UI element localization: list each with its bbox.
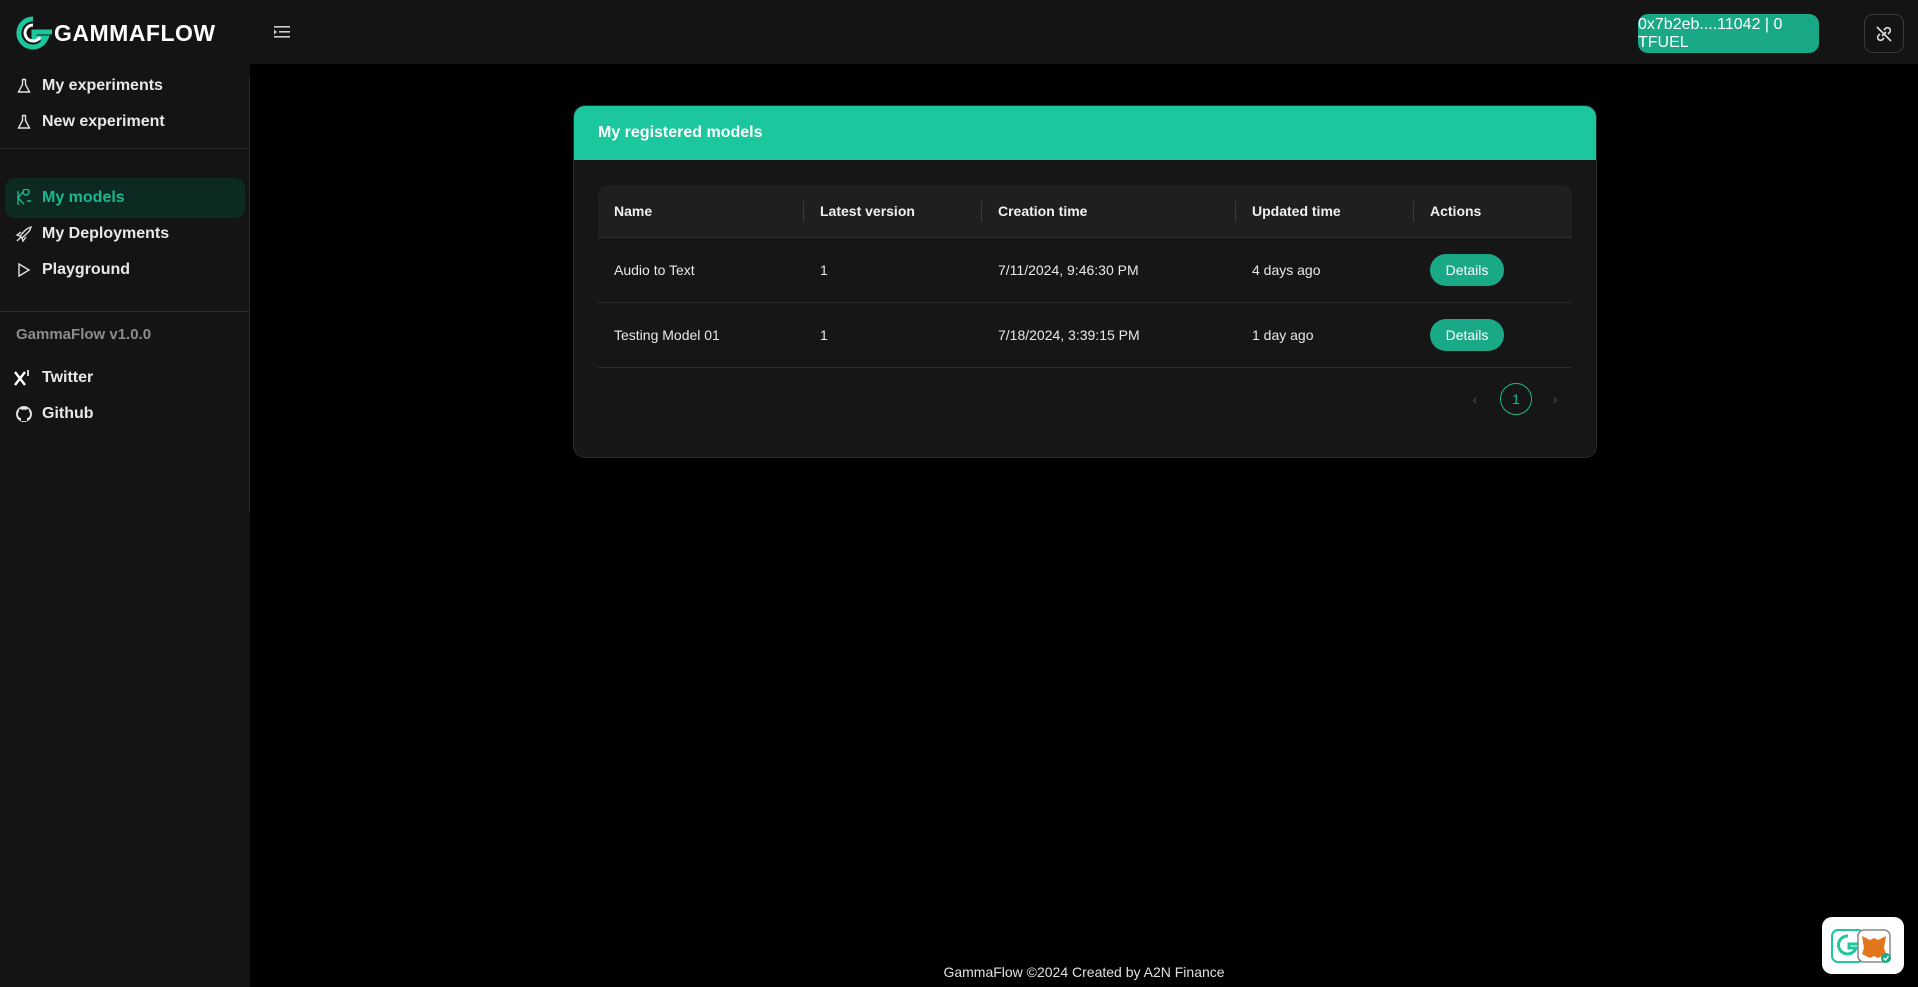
sidebar-link-twitter[interactable]: Twitter: [5, 358, 245, 398]
rocket-icon: [14, 224, 34, 244]
details-button[interactable]: Details: [1430, 254, 1504, 286]
wallet-widget[interactable]: [1822, 917, 1904, 974]
sidebar-item-label: My experiments: [42, 77, 163, 94]
github-icon: [14, 404, 34, 424]
top-bar: GAMMAFLOW 0x7b2eb....11042 | 0 TFUEL: [0, 0, 1918, 64]
model-name: Audio to Text: [614, 262, 695, 278]
table-row: Audio to Text 1 7/11/2024, 9:46:30 PM 4 …: [598, 238, 1572, 303]
sidebar: My experiments New experiment My models …: [0, 64, 250, 987]
sidebar-item-label: My Deployments: [42, 225, 170, 242]
nav-divider: [0, 148, 249, 149]
flask-icon: [14, 76, 34, 96]
nav-divider: [0, 311, 249, 312]
sidebar-item-my-models[interactable]: My models: [5, 178, 245, 218]
x-logo-icon: [14, 368, 34, 388]
app-version: GammaFlow v1.0.0: [16, 326, 152, 343]
sidebar-item-playground[interactable]: Playground: [5, 250, 245, 290]
disconnect-button[interactable]: [1864, 14, 1904, 53]
model-version: 1: [820, 262, 828, 278]
sidebar-item-label: Github: [42, 405, 94, 422]
model-version: 1: [820, 327, 828, 343]
wallet-button[interactable]: 0x7b2eb....11042 | 0 TFUEL: [1638, 14, 1819, 53]
models-table: Name Latest version Creation time Update…: [598, 185, 1572, 368]
actions-cell: Details: [1414, 319, 1572, 351]
model-creation-time: 7/11/2024, 9:46:30 PM: [998, 262, 1139, 278]
sidebar-item-my-deployments[interactable]: My Deployments: [5, 214, 245, 254]
sidebar-item-my-experiments[interactable]: My experiments: [5, 66, 245, 106]
model-updated-time: 1 day ago: [1252, 327, 1314, 343]
model-updated-time: 4 days ago: [1252, 262, 1321, 278]
brand[interactable]: GAMMAFLOW: [14, 16, 216, 50]
actions-cell: Details: [1414, 254, 1572, 286]
sidebar-item-label: Playground: [42, 261, 131, 278]
column-header-actions: Actions: [1430, 203, 1482, 219]
card-title: My registered models: [574, 106, 1596, 160]
column-header-name: Name: [598, 185, 804, 237]
unlink-icon: [1876, 25, 1892, 42]
brand-name: GAMMAFLOW: [54, 19, 216, 46]
model-creation-time: 7/18/2024, 3:39:15 PM: [998, 327, 1140, 343]
pagination-next-icon[interactable]: ›: [1547, 391, 1563, 407]
model-name: Testing Model 01: [614, 327, 720, 343]
table-header: Name Latest version Creation time Update…: [598, 185, 1572, 238]
menu-collapse-icon[interactable]: [272, 20, 292, 44]
column-header-creation-time: Creation time: [982, 185, 1236, 237]
pagination: ‹ 1 ›: [574, 383, 1596, 417]
sidebar-item-label: My models: [42, 189, 125, 206]
column-header-updated-time: Updated time: [1236, 185, 1414, 237]
models-card: My registered models Name Latest version…: [573, 105, 1597, 458]
details-button[interactable]: Details: [1430, 319, 1504, 351]
sidebar-item-label: Twitter: [42, 369, 94, 386]
table-row: Testing Model 01 1 7/18/2024, 3:39:15 PM…: [598, 303, 1572, 368]
sidebar-link-github[interactable]: Github: [5, 394, 245, 434]
pagination-page-button[interactable]: 1: [1500, 383, 1532, 415]
gammaflow-metamask-icon: [1831, 928, 1891, 963]
play-icon: [14, 260, 34, 280]
model-icon: [14, 188, 34, 208]
column-header-latest-version: Latest version: [804, 185, 982, 237]
sidebar-item-label: New experiment: [42, 113, 165, 130]
footer-text: GammaFlow ©2024 Created by A2N Finance: [943, 964, 1225, 980]
gammaflow-logo-icon: [16, 16, 52, 50]
sidebar-divider: [249, 78, 250, 512]
pagination-prev-icon[interactable]: ‹: [1467, 391, 1483, 407]
sidebar-item-new-experiment[interactable]: New experiment: [5, 102, 245, 142]
flask-icon: [14, 112, 34, 132]
